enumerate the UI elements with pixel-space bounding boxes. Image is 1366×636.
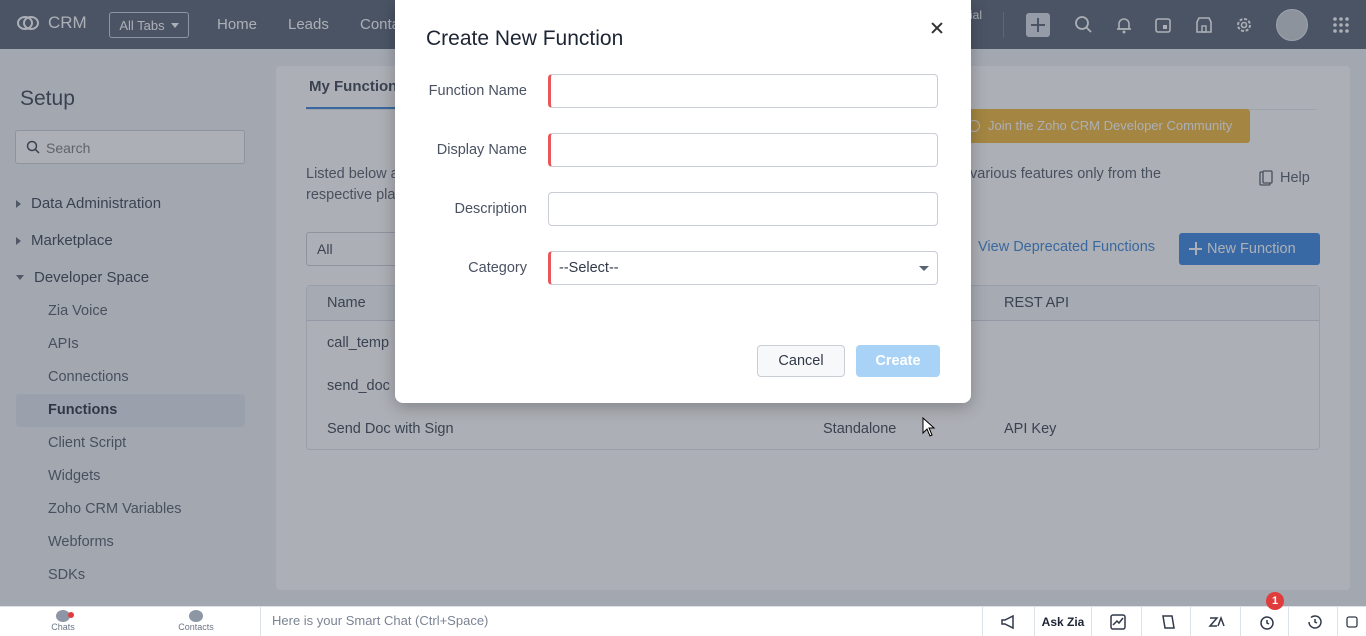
settings-icon [1346, 616, 1358, 628]
chat-unread-dot [68, 612, 74, 618]
cancel-button[interactable]: Cancel [757, 345, 845, 377]
description-label: Description [454, 201, 527, 217]
analytics-button[interactable] [1091, 607, 1143, 636]
chevron-down-icon [919, 266, 929, 271]
more-button[interactable] [1337, 607, 1366, 636]
display-name-label: Display Name [436, 142, 527, 158]
mouse-cursor-icon [922, 417, 936, 437]
note-icon [1162, 615, 1175, 629]
display-name-input[interactable] [548, 133, 938, 167]
description-input[interactable] [548, 192, 938, 226]
announcement-button[interactable] [982, 607, 1034, 636]
category-label: Category [468, 260, 527, 276]
person-icon [189, 610, 203, 622]
function-name-label: Function Name [428, 83, 527, 99]
dialog-title: Create New Function [426, 27, 624, 50]
category-select[interactable]: --Select-- [548, 251, 938, 285]
ask-zia-button[interactable]: Ask Zia [1034, 607, 1091, 636]
history-button[interactable] [1288, 607, 1340, 636]
zia-button[interactable] [1190, 607, 1242, 636]
megaphone-icon [1001, 614, 1014, 630]
close-icon[interactable] [930, 21, 944, 35]
reminder-count-badge: 1 [1266, 592, 1284, 610]
create-button[interactable]: Create [856, 345, 940, 377]
notes-button[interactable] [1141, 607, 1193, 636]
history-icon [1308, 615, 1322, 629]
category-selected-value: --Select-- [559, 260, 619, 276]
smart-chat-input[interactable]: Here is your Smart Chat (Ctrl+Space) [260, 607, 980, 636]
function-name-input[interactable] [548, 74, 938, 108]
chart-icon [1110, 614, 1126, 630]
contacts-label: Contacts [178, 622, 214, 632]
chats-button[interactable]: Chats [40, 607, 86, 636]
reminders-button[interactable] [1240, 607, 1292, 636]
contacts-button[interactable]: Contacts [172, 607, 220, 636]
create-function-dialog: Create New Function Function Name Displa… [395, 0, 971, 403]
zia-icon [1208, 615, 1225, 627]
alarm-clock-icon [1260, 616, 1274, 630]
chats-label: Chats [51, 622, 75, 632]
bottom-bar: Chats Contacts Here is your Smart Chat (… [0, 606, 1366, 636]
